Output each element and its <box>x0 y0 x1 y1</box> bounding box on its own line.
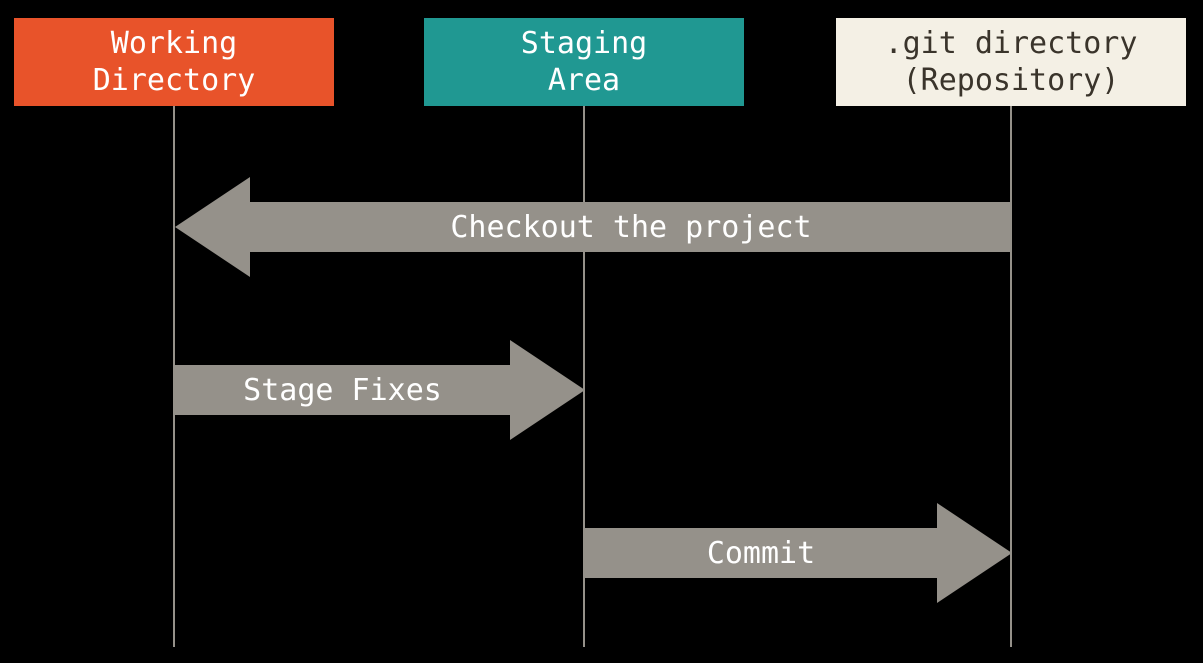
participant-git-directory: .git directory (Repository) <box>836 18 1186 106</box>
arrow-left-icon <box>175 177 250 277</box>
arrow-stage: Stage Fixes <box>175 365 510 415</box>
participant-working-directory: Working Directory <box>14 18 334 106</box>
arrow-label: Commit <box>707 536 815 571</box>
arrow-right-icon <box>510 340 585 440</box>
arrow-checkout: Checkout the project <box>250 202 1012 252</box>
arrow-label: Checkout the project <box>450 210 811 245</box>
participant-label: Staging Area <box>521 25 647 100</box>
participant-staging-area: Staging Area <box>424 18 744 106</box>
participant-label: .git directory (Repository) <box>885 25 1138 100</box>
arrow-right-icon <box>937 503 1012 603</box>
arrow-label: Stage Fixes <box>243 373 442 408</box>
arrow-commit: Commit <box>585 528 937 578</box>
participant-label: Working Directory <box>93 25 256 100</box>
